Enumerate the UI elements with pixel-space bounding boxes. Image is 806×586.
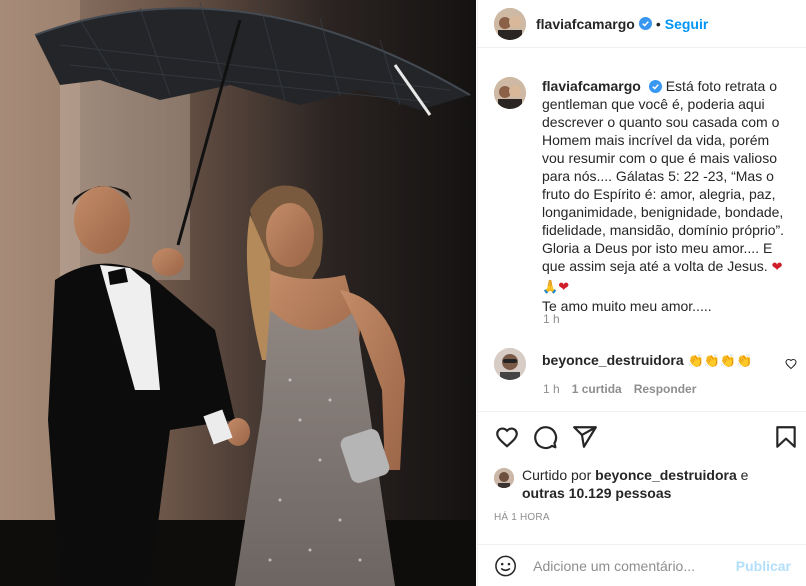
reply-button[interactable]: Responder bbox=[634, 382, 697, 396]
separator-dot: • bbox=[655, 15, 661, 32]
like-comment-heart-icon[interactable] bbox=[785, 358, 797, 370]
follow-button[interactable]: Seguir bbox=[665, 16, 709, 32]
post-actions bbox=[478, 424, 806, 452]
comment-input[interactable] bbox=[533, 557, 736, 574]
caption-avatar[interactable] bbox=[494, 77, 526, 109]
commenter-avatar[interactable] bbox=[494, 348, 526, 380]
liked-others[interactable]: outras 10.129 pessoas bbox=[522, 485, 671, 501]
avatar-image bbox=[494, 77, 526, 109]
publish-button[interactable]: Publicar bbox=[736, 558, 791, 574]
post-side-panel: flaviafcamargo • Seguir flaviafcamargo E… bbox=[477, 0, 806, 586]
emoji-smiley-icon[interactable] bbox=[494, 554, 517, 578]
liked-by: Curtido por beyonce_destruidora e outras… bbox=[494, 466, 748, 502]
share-paper-plane-icon[interactable] bbox=[572, 424, 598, 450]
liked-prefix: Curtido por bbox=[522, 467, 596, 483]
posted-time[interactable]: HÁ 1 HORA bbox=[494, 512, 550, 523]
liked-user[interactable]: beyonce_destruidora bbox=[595, 467, 737, 483]
like-heart-icon[interactable] bbox=[494, 424, 520, 450]
divider bbox=[478, 411, 806, 412]
heart-emoji: ❤ bbox=[771, 260, 783, 275]
caption-time[interactable]: 1 h bbox=[543, 312, 560, 326]
caption-block: flaviafcamargo Está foto retrata o gentl… bbox=[494, 77, 794, 315]
caption-username[interactable]: flaviafcamargo bbox=[542, 78, 641, 94]
post-header: flaviafcamargo • Seguir bbox=[478, 0, 806, 48]
post-photo-illustration bbox=[0, 0, 476, 586]
caption-body-end: Te amo muito meu amor..... bbox=[542, 298, 712, 314]
instagram-post-modal: flaviafcamargo • Seguir flaviafcamargo E… bbox=[0, 0, 806, 586]
liked-middle: e bbox=[736, 467, 749, 483]
caption-text: flaviafcamargo Está foto retrata o gentl… bbox=[542, 77, 794, 315]
post-photo[interactable] bbox=[0, 0, 476, 586]
author-avatar[interactable] bbox=[494, 7, 526, 40]
avatar-image bbox=[494, 348, 526, 380]
heart-emoji: ❤ bbox=[558, 280, 570, 295]
comment-meta: 1 h 1 curtida Responder bbox=[543, 382, 696, 396]
comment-text: beyonce_destruidora 👏👏👏👏 bbox=[542, 351, 752, 380]
praying-hands-emoji: 🙏 bbox=[542, 280, 559, 295]
save-bookmark-icon[interactable] bbox=[773, 424, 799, 450]
liker-avatar[interactable] bbox=[494, 468, 514, 488]
comment-time[interactable]: 1 h bbox=[543, 382, 560, 396]
author-username[interactable]: flaviafcamargo bbox=[536, 16, 635, 32]
verified-badge-icon bbox=[648, 80, 662, 93]
comment-item: beyonce_destruidora 👏👏👏👏 bbox=[494, 348, 800, 380]
verified-badge-icon bbox=[638, 17, 652, 30]
avatar-image bbox=[494, 468, 514, 488]
liked-by-text: Curtido por beyonce_destruidora e outras… bbox=[522, 466, 748, 502]
comment-bubble-icon[interactable] bbox=[532, 424, 558, 450]
clapping-emoji: 👏👏👏👏 bbox=[687, 354, 753, 369]
caption-body: Está foto retrata o gentleman que você é… bbox=[542, 78, 785, 274]
comment-likes[interactable]: 1 curtida bbox=[572, 382, 622, 396]
avatar-image bbox=[494, 7, 526, 40]
comment-form: Publicar bbox=[478, 545, 806, 586]
commenter-username[interactable]: beyonce_destruidora bbox=[542, 352, 684, 368]
